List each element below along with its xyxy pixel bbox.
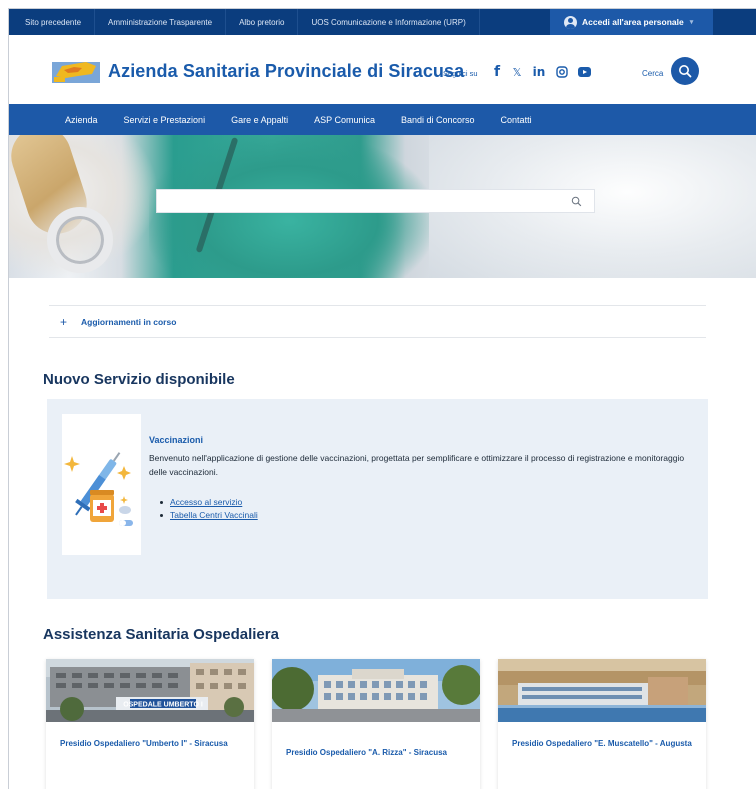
site-title[interactable]: Azienda Sanitaria Provinciale di Siracus… (108, 61, 464, 82)
youtube-icon[interactable] (577, 63, 591, 81)
hospital-card[interactable]: OSPEDALE UMBERTO I Presidio Ospedaliero … (46, 659, 254, 789)
hospital-title[interactable]: Presidio Ospedaliero "E. Muscatello" - A… (512, 737, 692, 750)
utility-bar: Sito precedente Amministrazione Traspare… (9, 9, 756, 35)
link-transparency[interactable]: Amministrazione Trasparente (95, 9, 227, 35)
hero-search-input[interactable] (156, 189, 595, 213)
follow-label: Seguici su (443, 69, 478, 78)
search-button[interactable] (671, 57, 699, 85)
nav-bandi[interactable]: Bandi di Concorso (388, 115, 488, 125)
search-label[interactable]: Cerca (642, 69, 663, 78)
nav-servizi[interactable]: Servizi e Prestazioni (111, 115, 219, 125)
nav-contatti[interactable]: Contatti (488, 115, 545, 125)
user-icon (564, 15, 577, 29)
hospitals-heading: Assistenza Sanitaria Ospedaliera (43, 626, 279, 643)
login-label: Accedi all'area personale (582, 17, 684, 27)
hospital-photo (272, 659, 480, 722)
service-card: Vaccinazioni Benvenuto nell'applicazione… (47, 399, 708, 599)
nav-gare[interactable]: Gare e Appalti (218, 115, 301, 125)
login-button[interactable]: Accedi all'area personale ▾ (550, 9, 713, 35)
hospital-card[interactable]: Presidio Ospedaliero "A. Rizza" - Siracu… (272, 659, 480, 789)
chevron-down-icon: ▾ (689, 19, 694, 26)
service-links: Accesso al servizio Tabella Centri Vacci… (160, 496, 258, 522)
main-navigation: Azienda Servizi e Prestazioni Gare e App… (9, 104, 756, 135)
hospital-sign-text: OSPEDALE UMBERTO I (123, 702, 203, 709)
search-icon (679, 65, 692, 78)
asp-logo[interactable] (52, 56, 100, 83)
hospital-photo: OSPEDALE UMBERTO I (46, 659, 254, 722)
hospital-card[interactable]: Presidio Ospedaliero "E. Muscatello" - A… (498, 659, 706, 789)
site-header: Azienda Sanitaria Provinciale di Siracus… (9, 35, 756, 104)
hospital-title[interactable]: Presidio Ospedaliero "Umberto I" - Sirac… (60, 737, 240, 750)
service-description: Benvenuto nell'applicazione di gestione … (149, 453, 685, 477)
link-urp[interactable]: UOS Comunicazione e Informazione (URP) (298, 9, 480, 35)
nav-asp-comunica[interactable]: ASP Comunica (301, 115, 388, 125)
hospital-title[interactable]: Presidio Ospedaliero "A. Rizza" - Siracu… (286, 746, 466, 759)
link-vaccination-centers[interactable]: Tabella Centri Vaccinali (160, 509, 258, 522)
new-service-heading: Nuovo Servizio disponibile (43, 371, 235, 388)
x-icon[interactable]: 𝕏 (511, 63, 523, 81)
instagram-icon[interactable] (555, 63, 569, 81)
link-service-access[interactable]: Accesso al servizio (160, 496, 258, 509)
page: Sito precedente Amministrazione Traspare… (8, 8, 756, 789)
linkedin-icon[interactable]: in (531, 63, 547, 81)
vaccination-illustration (62, 414, 141, 555)
link-albo-pretorio[interactable]: Albo pretorio (226, 9, 299, 35)
updates-accordion[interactable]: + Aggiornamenti in corso (49, 305, 706, 338)
nav-azienda[interactable]: Azienda (9, 115, 111, 125)
plus-icon: + (60, 314, 68, 329)
accordion-label: Aggiornamenti in corso (81, 316, 177, 327)
hero-banner (9, 135, 756, 278)
facebook-icon[interactable]: f (491, 63, 503, 81)
link-previous-site[interactable]: Sito precedente (9, 9, 96, 35)
search-icon[interactable] (571, 196, 582, 207)
service-title[interactable]: Vaccinazioni (149, 435, 203, 445)
hospital-photo (498, 659, 706, 722)
stethoscope-image (47, 207, 113, 273)
